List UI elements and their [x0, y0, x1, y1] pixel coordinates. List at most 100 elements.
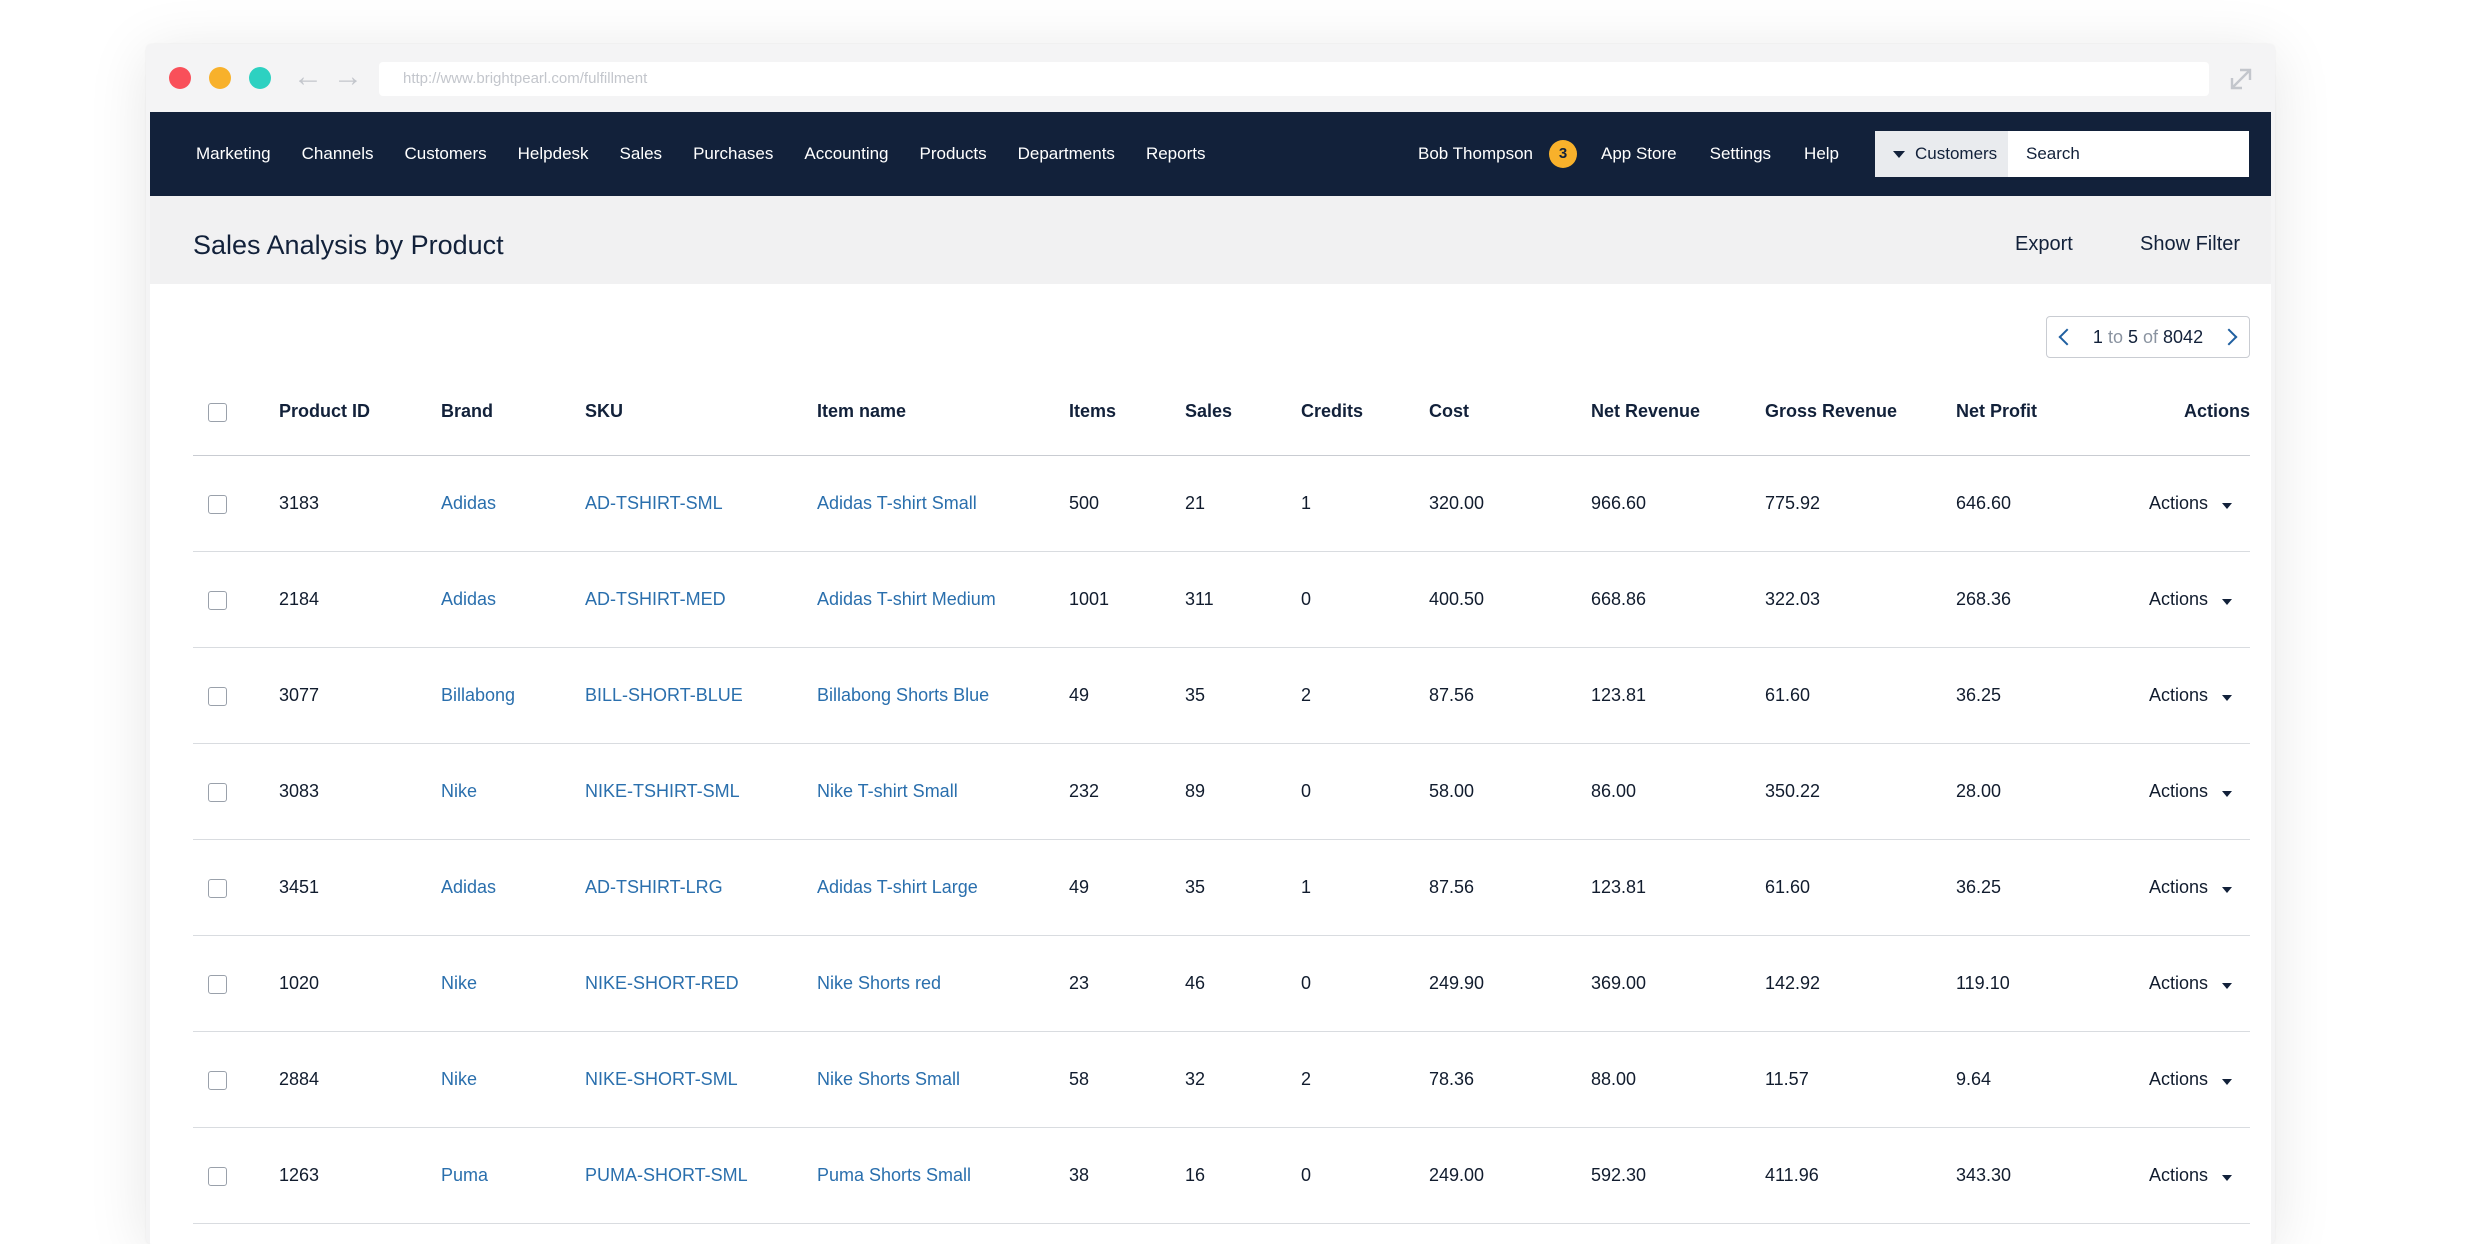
row-checkbox[interactable] — [208, 495, 227, 514]
cell-item-name-link[interactable]: Adidas T-shirt Small — [817, 456, 977, 551]
chevron-left-icon[interactable] — [2058, 328, 2076, 346]
nav-item-channels[interactable]: Channels — [302, 144, 374, 164]
cell-sku-link[interactable]: AD-TSHIRT-SML — [585, 456, 723, 551]
cell-sku-link[interactable]: AD-TSHIRT-MED — [585, 552, 726, 647]
user-name: Bob Thompson — [1418, 144, 1533, 163]
forward-arrow-icon[interactable]: → — [333, 62, 363, 92]
cell-item-name-link[interactable]: Nike Shorts Small — [817, 1032, 960, 1127]
pagination-of-word: of — [2143, 326, 2159, 347]
select-all-checkbox[interactable] — [208, 403, 227, 422]
row-actions-dropdown[interactable]: Actions — [2149, 1032, 2250, 1127]
row-checkbox[interactable] — [208, 1167, 227, 1186]
browser-titlebar: ← → http://www.brightpearl.com/fulfillme… — [146, 44, 2275, 112]
cell-net-profit: 268.36 — [1956, 589, 2012, 609]
column-header-brand[interactable]: Brand — [441, 368, 493, 455]
column-header-gross-revenue[interactable]: Gross Revenue — [1765, 368, 1897, 455]
expand-icon[interactable] — [2226, 64, 2256, 94]
nav-item-accounting[interactable]: Accounting — [804, 144, 888, 164]
row-checkbox[interactable] — [208, 975, 227, 994]
cell-sku-link[interactable]: NIKE-TSHIRT-SML — [585, 744, 740, 839]
cell-brand-link[interactable]: Billabong — [441, 648, 515, 743]
nav-item-app-store[interactable]: App Store — [1601, 144, 1677, 164]
cell-brand-link[interactable]: Adidas — [441, 840, 496, 935]
user-menu[interactable]: Bob Thompson 3 — [1418, 112, 1577, 196]
column-header-sku[interactable]: SKU — [585, 368, 623, 455]
nav-item-departments[interactable]: Departments — [1018, 144, 1115, 164]
cell-net-profit: 28.00 — [1956, 781, 2002, 801]
cell-cost: 320.00 — [1429, 493, 1485, 513]
maximize-window-button[interactable] — [249, 67, 271, 89]
row-checkbox[interactable] — [208, 783, 227, 802]
row-actions-dropdown[interactable]: Actions — [2149, 936, 2250, 1031]
row-actions-dropdown[interactable]: Actions — [2149, 552, 2250, 647]
cell-sku-link[interactable]: PUMA-SHORT-SML — [585, 1128, 748, 1223]
cell-item-name-link[interactable]: Nike T-shirt Small — [817, 744, 958, 839]
cell-net-profit: 9.64 — [1956, 1069, 1992, 1089]
nav-item-customers[interactable]: Customers — [404, 144, 486, 164]
row-actions-label: Actions — [2148, 1069, 2208, 1089]
cell-item-name-link[interactable]: Adidas T-shirt Large — [817, 840, 978, 935]
cell-sku-link[interactable]: NIKE-SHORT-SML — [585, 1032, 738, 1127]
cell-gross-revenue: 411.96 — [1765, 1165, 1819, 1185]
cell-item-name-link[interactable]: Puma Shorts Small — [817, 1128, 971, 1223]
cell-gross-revenue: 61.60 — [1765, 877, 1811, 897]
column-header-credits[interactable]: Credits — [1301, 368, 1363, 455]
row-checkbox[interactable] — [208, 687, 227, 706]
row-actions-label: Actions — [2148, 589, 2208, 609]
close-window-button[interactable] — [169, 67, 191, 89]
cell-sales: 46 — [1185, 973, 1206, 993]
show-filter-button[interactable]: Show Filter — [2140, 233, 2240, 256]
cell-sku-link[interactable]: BILL-SHORT-BLUE — [585, 648, 743, 743]
nav-item-marketing[interactable]: Marketing — [196, 144, 271, 164]
cell-net-revenue: 668.86 — [1591, 589, 1647, 609]
cell-item-name-link[interactable]: Billabong Shorts Blue — [817, 648, 989, 743]
cell-sku-link[interactable]: AD-TSHIRT-LRG — [585, 840, 723, 935]
cell-sku-link[interactable]: NIKE-SHORT-RED — [585, 936, 739, 1031]
export-button[interactable]: Export — [2015, 233, 2073, 256]
back-arrow-icon[interactable]: ← — [293, 62, 323, 92]
address-bar[interactable]: http://www.brightpearl.com/fulfillment — [379, 62, 2209, 96]
row-actions-dropdown[interactable]: Actions — [2149, 456, 2250, 551]
table-row: 3451 Adidas AD-TSHIRT-LRG Adidas T-shirt La… — [193, 840, 2250, 936]
row-actions-dropdown[interactable]: Actions — [2149, 744, 2250, 839]
cell-items: 1001 — [1069, 589, 1110, 609]
column-header-items[interactable]: Items — [1069, 368, 1116, 455]
notification-badge[interactable]: 3 — [1548, 140, 1577, 168]
cell-credits: 2 — [1301, 685, 1312, 705]
nav-item-sales[interactable]: Sales — [620, 144, 663, 164]
cell-brand-link[interactable]: Nike — [441, 744, 477, 839]
chevron-right-icon[interactable] — [2220, 328, 2238, 346]
cell-brand-link[interactable]: Adidas — [441, 456, 496, 551]
column-header-item-name[interactable]: Item name — [817, 368, 906, 455]
cell-product-id: 1020 — [279, 973, 320, 993]
nav-item-reports[interactable]: Reports — [1146, 144, 1206, 164]
row-actions-dropdown[interactable]: Actions — [2149, 1128, 2250, 1223]
row-select-cell — [208, 1128, 227, 1223]
cell-item-name-link[interactable]: Adidas T-shirt Medium — [817, 552, 996, 647]
column-header-net-profit[interactable]: Net Profit — [1956, 368, 2037, 455]
nav-item-helpdesk[interactable]: Helpdesk — [518, 144, 589, 164]
row-actions-dropdown[interactable]: Actions — [2149, 648, 2250, 743]
nav-item-help[interactable]: Help — [1804, 144, 1839, 164]
nav-item-products[interactable]: Products — [920, 144, 987, 164]
minimize-window-button[interactable] — [209, 67, 231, 89]
row-actions-dropdown[interactable]: Actions — [2149, 840, 2250, 935]
cell-brand-link[interactable]: Nike — [441, 1032, 477, 1127]
nav-item-settings[interactable]: Settings — [1710, 144, 1771, 164]
column-header-cost[interactable]: Cost — [1429, 368, 1469, 455]
row-checkbox[interactable] — [208, 879, 227, 898]
search-scope-select[interactable]: Customers — [1875, 131, 2008, 177]
cell-brand-link[interactable]: Adidas — [441, 552, 496, 647]
cell-brand-link[interactable]: Puma — [441, 1128, 488, 1223]
cell-gross-revenue: 350.22 — [1765, 781, 1821, 801]
column-header-product-id[interactable]: Product ID — [279, 368, 370, 455]
search-input[interactable] — [2008, 131, 2249, 177]
cell-brand-link[interactable]: Nike — [441, 936, 477, 1031]
cell-item-name-link[interactable]: Nike Shorts red — [817, 936, 941, 1031]
row-checkbox[interactable] — [208, 1071, 227, 1090]
caret-down-icon — [2222, 694, 2232, 701]
column-header-sales[interactable]: Sales — [1185, 368, 1232, 455]
row-checkbox[interactable] — [208, 591, 227, 610]
column-header-net-revenue[interactable]: Net Revenue — [1591, 368, 1700, 455]
nav-item-purchases[interactable]: Purchases — [693, 144, 773, 164]
